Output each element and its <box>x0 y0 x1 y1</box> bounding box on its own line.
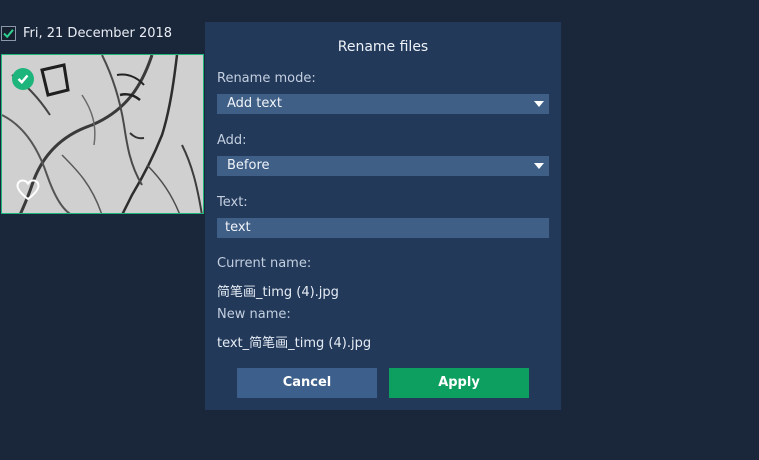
checkmark-icon <box>3 28 14 38</box>
date-group-header: Fri, 21 December 2018 <box>1 24 172 42</box>
rename-mode-value: Add text <box>227 96 282 111</box>
rename-files-dialog: Rename files Rename mode: Add text Add: … <box>205 22 561 410</box>
add-position-value: Before <box>227 158 270 173</box>
rename-mode-select[interactable]: Add text <box>217 94 549 114</box>
new-name-value: text_简笔画_timg (4).jpg <box>217 336 372 351</box>
chevron-down-icon <box>534 163 544 169</box>
text-input[interactable]: text <box>217 218 549 238</box>
text-field-label: Text: <box>217 195 248 210</box>
current-name-value: 简笔画_timg (4).jpg <box>217 285 339 300</box>
dialog-title: Rename files <box>337 39 429 55</box>
add-position-select[interactable]: Before <box>217 156 549 176</box>
rename-mode-label: Rename mode: <box>217 71 316 86</box>
current-name-label: Current name: <box>217 256 312 271</box>
new-name-label: New name: <box>217 307 291 322</box>
chevron-down-icon <box>534 101 544 107</box>
date-group-label: Fri, 21 December 2018 <box>23 25 173 41</box>
add-position-label: Add: <box>217 133 247 148</box>
cancel-button[interactable]: Cancel <box>237 368 377 398</box>
selected-check-icon[interactable] <box>12 68 34 90</box>
date-group-checkbox[interactable] <box>1 25 16 41</box>
photo-thumbnail[interactable] <box>1 54 204 214</box>
apply-button[interactable]: Apply <box>389 368 529 398</box>
favorite-heart-icon[interactable] <box>16 179 40 201</box>
